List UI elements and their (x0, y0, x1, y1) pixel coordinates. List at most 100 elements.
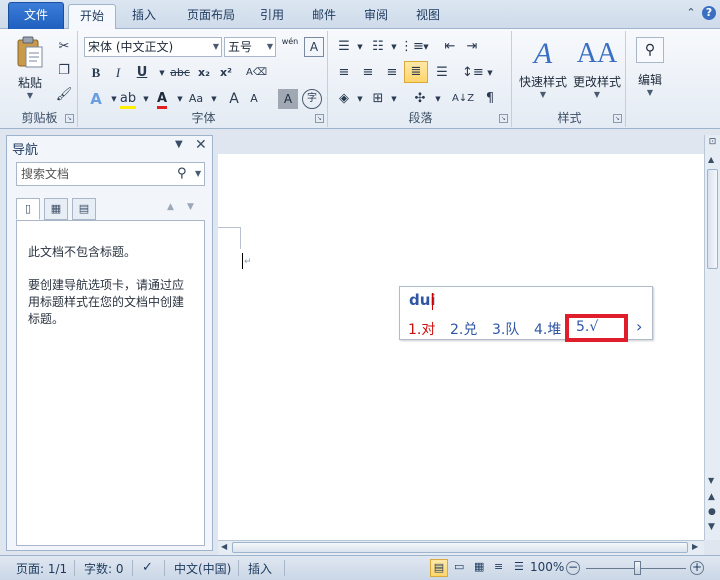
tab-page-layout[interactable]: 页面布局 (176, 4, 246, 29)
scroll-right-icon[interactable]: ▶ (692, 542, 698, 551)
sort-icon[interactable]: A↓Z (452, 89, 474, 109)
launcher-icon[interactable]: ↘ (65, 114, 74, 123)
chevron-down-icon[interactable]: ▼ (175, 139, 183, 150)
tab-insert[interactable]: 插入 (122, 4, 166, 29)
launcher-icon[interactable]: ↘ (613, 114, 622, 123)
ime-candidate-1[interactable]: 1.对 (408, 319, 435, 339)
tab-results[interactable]: ▤ (72, 198, 96, 220)
highlight-icon[interactable]: ab (118, 89, 138, 109)
search-icon[interactable]: ⚲ (177, 163, 187, 185)
horizontal-ruler[interactable] (218, 135, 704, 154)
chevron-down-icon[interactable]: ▼ (428, 89, 448, 109)
char-shading-button[interactable]: A (278, 89, 298, 109)
outline-view-icon[interactable]: ≡ (494, 560, 503, 573)
decrease-indent-icon[interactable]: ⇤ (440, 37, 460, 57)
tab-mailings[interactable]: 邮件 (304, 4, 344, 29)
zoom-level[interactable]: 100% (530, 560, 564, 574)
chevron-down-icon[interactable]: ▼ (416, 37, 436, 57)
web-layout-view-icon[interactable]: ▦ (474, 560, 484, 573)
paste-button[interactable]: 粘贴 ▼ (12, 35, 48, 100)
print-layout-view-icon[interactable]: ▤ (430, 559, 448, 577)
text-effects-icon[interactable]: A (86, 89, 106, 109)
tab-headings[interactable]: ▯ (16, 198, 40, 220)
full-screen-view-icon[interactable]: ▭ (454, 560, 464, 573)
align-left-icon[interactable]: ≡ (334, 63, 354, 83)
tab-view[interactable]: 视图 (408, 4, 448, 29)
h-scroll-thumb[interactable] (232, 542, 688, 553)
close-icon[interactable]: ✕ (195, 137, 207, 153)
align-right-icon[interactable]: ≡ (382, 63, 402, 83)
strikethrough-button[interactable]: abc (168, 63, 192, 83)
italic-button[interactable]: I (108, 63, 128, 83)
horizontal-scrollbar[interactable]: ◀ ▶ (218, 540, 704, 555)
quick-styles-button[interactable]: A 快速样式 ▼ (516, 35, 570, 101)
zoom-in-icon[interactable]: + (690, 561, 704, 575)
next-page-icon[interactable]: ▼ (708, 522, 715, 532)
previous-page-icon[interactable]: ▲ (708, 492, 715, 502)
chevron-down-icon[interactable]: ▼ (350, 89, 370, 109)
tab-references[interactable]: 引用 (252, 4, 292, 29)
previous-arrow-icon[interactable]: ▲ (167, 202, 174, 212)
scroll-up-icon[interactable]: ▲ (708, 155, 714, 164)
status-insert-mode[interactable]: 插入 (248, 560, 272, 577)
ime-candidate-2[interactable]: 2.兑 (450, 319, 477, 339)
shrink-font-button[interactable]: A (244, 89, 264, 109)
bold-button[interactable]: B (86, 63, 106, 83)
document-page[interactable]: ↵ (218, 154, 704, 540)
font-name-combo[interactable]: 宋体 (中文正文) ▼ (84, 37, 222, 57)
chevron-down-icon[interactable]: ▼ (350, 37, 370, 57)
justify-icon[interactable]: ≣ (404, 61, 428, 83)
change-case-button[interactable]: Aa (186, 89, 206, 109)
grow-font-button[interactable]: A (224, 89, 244, 109)
increase-indent-icon[interactable]: ⇥ (462, 37, 482, 57)
editing-button[interactable]: ⚲ 编辑 ▼ (632, 35, 668, 101)
status-words[interactable]: 字数: 0 (84, 560, 124, 577)
line-spacing-icon[interactable]: ↕≡ (462, 63, 484, 83)
ime-next-page-icon[interactable]: › (636, 317, 642, 336)
proofing-icon[interactable]: ✓ (142, 560, 153, 575)
launcher-icon[interactable]: ↘ (499, 114, 508, 123)
chevron-down-icon[interactable]: ▼ (384, 89, 404, 109)
format-painter-icon[interactable]: 🖌 (54, 85, 74, 105)
tab-pages[interactable]: ▦ (44, 198, 68, 220)
scroll-down-icon[interactable]: ▼ (708, 476, 714, 485)
superscript-button[interactable]: x² (216, 63, 236, 83)
chevron-down-icon[interactable]: ▼ (195, 163, 201, 185)
font-size-combo[interactable]: 五号 ▼ (224, 37, 276, 57)
show-marks-icon[interactable]: ¶ (480, 89, 500, 109)
zoom-out-icon[interactable]: − (566, 561, 580, 575)
underline-button[interactable]: U (132, 63, 152, 83)
scroll-left-icon[interactable]: ◀ (221, 542, 227, 551)
enclose-char-button[interactable]: 字 (302, 89, 322, 109)
ime-candidate-4[interactable]: 4.堆 (534, 319, 561, 339)
chinese-layout-icon[interactable]: ✣ (410, 89, 430, 109)
status-page[interactable]: 页面: 1/1 (16, 560, 67, 577)
subscript-button[interactable]: x₂ (194, 63, 214, 83)
phonetic-guide-button[interactable]: wén (280, 37, 300, 57)
cut-icon[interactable]: ✂ (54, 37, 74, 57)
chevron-down-icon[interactable]: ▼ (480, 63, 500, 83)
chevron-up-icon[interactable]: ⌃ (684, 6, 698, 20)
font-color-icon[interactable]: A (152, 89, 172, 109)
launcher-icon[interactable]: ↘ (315, 114, 324, 123)
chevron-down-icon[interactable]: ▼ (204, 89, 224, 109)
change-styles-button[interactable]: AA 更改样式 ▼ (570, 35, 624, 101)
browse-object-icon[interactable]: ● (708, 507, 716, 517)
vertical-scrollbar[interactable]: ⊡ ▲ ▼ ▲ ● ▼ (704, 135, 720, 540)
ime-candidate-3[interactable]: 3.队 (492, 319, 519, 339)
help-icon[interactable]: ? (702, 6, 716, 20)
draft-view-icon[interactable]: ☰ (514, 560, 524, 573)
status-language[interactable]: 中文(中国) (174, 560, 231, 577)
next-arrow-icon[interactable]: ▼ (187, 202, 194, 212)
distribute-icon[interactable]: ☰ (432, 63, 452, 83)
clear-format-icon[interactable]: A⌫ (246, 63, 267, 83)
char-border-button[interactable]: A (304, 37, 324, 57)
tab-review[interactable]: 审阅 (356, 4, 396, 29)
align-center-icon[interactable]: ≡ (358, 63, 378, 83)
scroll-thumb[interactable] (707, 169, 718, 269)
copy-icon[interactable]: ❐ (54, 61, 74, 81)
ruler-toggle-icon[interactable]: ⊡ (707, 137, 718, 148)
zoom-slider-thumb[interactable] (634, 561, 641, 575)
nav-search-input[interactable]: 搜索文档 ⚲ ▼ (16, 162, 205, 186)
tab-file[interactable]: 文件 (8, 2, 64, 29)
